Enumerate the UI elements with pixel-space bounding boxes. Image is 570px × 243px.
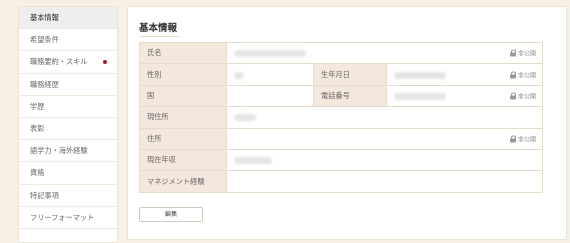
sidebar-item-special-notes[interactable]: 特記事項 [19, 185, 117, 207]
management-label: マネジメント経験 [139, 170, 227, 193]
gender-label: 性別 [139, 63, 227, 86]
sidebar-nav: 基本情報 希望条件 職務要約・スキル 職務経歴 学歴 表彰 語学力・海外経験 資… [18, 6, 118, 243]
country-label: 国 [139, 84, 227, 108]
address-label: 住所 [139, 127, 227, 150]
current-address-label: 現住所 [139, 106, 227, 129]
name-value: 非公開 [226, 41, 543, 65]
private-badge: 非公開 [509, 49, 536, 58]
page-title: 基本情報 [139, 20, 181, 37]
sidebar-item-qualifications[interactable]: 資格 [19, 162, 117, 185]
blurred-value [394, 92, 446, 100]
sidebar-item-label: 表彰 [30, 123, 45, 133]
table-row: 氏名 非公開 [139, 41, 543, 65]
table-row: 性別 生年月日 非公開 [139, 63, 543, 86]
sidebar-item-label: 希望条件 [30, 35, 59, 45]
lock-icon [509, 135, 516, 143]
table-row: マネジメント経験 [139, 170, 543, 193]
phone-label: 電話番号 [313, 84, 387, 108]
sidebar-item-education[interactable]: 学歴 [19, 96, 117, 118]
address-value: 非公開 [226, 127, 543, 150]
gender-value [226, 63, 314, 86]
current-address-value [226, 106, 543, 129]
private-badge: 非公開 [509, 70, 536, 79]
table-row: 住所 非公開 [139, 127, 543, 150]
sidebar-item-label: 職務要約・スキル [30, 57, 88, 67]
blurred-value [234, 50, 306, 58]
table-row: 現住所 [139, 106, 543, 129]
sidebar-item-free-format[interactable]: フリーフォーマット [19, 207, 117, 229]
basic-info-table: 氏名 非公開 性別 生年月日 非公開 国 電話番号 非公開 現住所 住所 非公開… [139, 41, 543, 193]
sidebar-item-label: 語学力・海外経験 [30, 146, 88, 156]
sidebar-item-label: 職務経歴 [30, 79, 59, 89]
blurred-value [234, 114, 256, 122]
sidebar-item-desired-conditions[interactable]: 希望条件 [19, 29, 117, 52]
sidebar-item-awards[interactable]: 表彰 [19, 118, 117, 141]
private-badge: 非公開 [509, 91, 536, 100]
lock-icon [509, 71, 516, 79]
name-label: 氏名 [139, 41, 227, 65]
lock-icon [509, 49, 516, 57]
lock-icon [509, 92, 516, 100]
sidebar-item-languages[interactable]: 語学力・海外経験 [19, 140, 117, 163]
sidebar-item-label: 学歴 [30, 101, 45, 111]
country-value [226, 84, 314, 108]
blurred-value [394, 71, 446, 79]
income-label: 現在年収 [139, 148, 227, 172]
management-value [226, 170, 543, 193]
blurred-value [234, 71, 244, 79]
basic-info-panel: 基本情報 氏名 非公開 性別 生年月日 非公開 国 電話番号 非公開 現住所 住… [127, 6, 567, 240]
table-row: 現在年収 [139, 148, 543, 172]
table-row: 国 電話番号 非公開 [139, 84, 543, 108]
phone-value: 非公開 [386, 84, 543, 108]
blurred-value [234, 157, 272, 165]
edit-button[interactable]: 編集 [139, 207, 203, 222]
alert-dot-icon [103, 60, 107, 65]
sidebar-item-label: 特記事項 [30, 190, 59, 200]
private-badge: 非公開 [509, 134, 536, 143]
sidebar-item-work-history[interactable]: 職務経歴 [19, 74, 117, 96]
sidebar-item-basic-info[interactable]: 基本情報 [19, 7, 117, 30]
sidebar-item-job-summary-skills[interactable]: 職務要約・スキル [19, 51, 117, 74]
sidebar-item-label: 基本情報 [30, 13, 59, 22]
sidebar-item-label: フリーフォーマット [30, 212, 95, 222]
sidebar-item-label: 資格 [30, 168, 45, 178]
income-value [226, 148, 543, 172]
birth-label: 生年月日 [313, 63, 387, 86]
birth-value: 非公開 [386, 63, 543, 86]
